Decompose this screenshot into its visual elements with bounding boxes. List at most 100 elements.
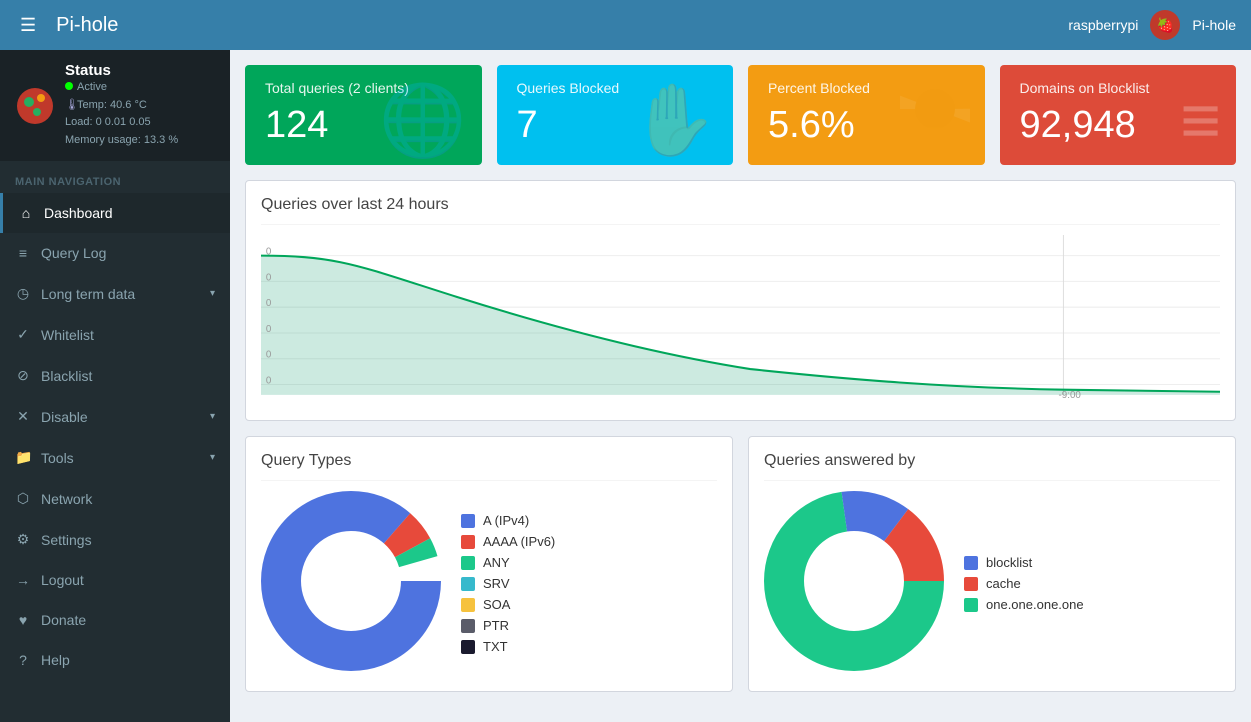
sidebar-item-blacklist[interactable]: ⊘ Blacklist [0, 355, 230, 396]
donate-label: Donate [41, 612, 86, 628]
queries-answered-content: blocklist cache one.one.one.one [764, 491, 1220, 676]
nav-section-label: MAIN NAVIGATION [0, 161, 230, 193]
network-label: Network [41, 491, 92, 507]
help-icon: ? [15, 652, 31, 668]
long-term-label: Long term data [41, 286, 135, 302]
pi-logo: 🍓 [1150, 10, 1180, 40]
legend-item-one-one: one.one.one.one [964, 597, 1084, 612]
legend-dot-txt [461, 640, 475, 654]
sidebar-item-donate[interactable]: ♥ Donate [0, 600, 230, 640]
tools-label: Tools [41, 450, 74, 466]
queries-chart-box: Queries over last 24 hours 0 0 0 0 [245, 180, 1236, 421]
hand-icon: ✋ [631, 85, 718, 155]
legend-item-any: ANY [461, 555, 555, 570]
hamburger-icon: ☰ [20, 15, 36, 35]
brand-logo: Pi-hole [56, 14, 118, 37]
stat-cards: Total queries (2 clients) 124 🌐 Queries … [245, 65, 1236, 165]
legend-dot-srv [461, 577, 475, 591]
svg-text:0: 0 [266, 272, 272, 283]
sidebar-item-settings[interactable]: ⚙ Settings [0, 519, 230, 560]
dashboard-label: Dashboard [44, 205, 113, 221]
svg-text:0: 0 [266, 298, 272, 309]
legend-dot-any [461, 556, 475, 570]
sidebar-item-help[interactable]: ? Help [0, 640, 230, 680]
tools-icon: 📁 [15, 449, 31, 466]
legend-dot-ptr [461, 619, 475, 633]
sidebar-item-network[interactable]: ⬡ Network [0, 478, 230, 519]
disable-label: Disable [41, 409, 88, 425]
sidebar-nav: ⌂ Dashboard ≡ Query Log ◷ Long term data… [0, 193, 230, 680]
queries-answered-chart [764, 491, 944, 676]
sidebar-item-disable[interactable]: ✕ Disable ▾ [0, 396, 230, 437]
legend-item-cache: cache [964, 576, 1084, 591]
legend-item-ptr: PTR [461, 618, 555, 633]
legend-dot-aaaa-ipv6 [461, 535, 475, 549]
disable-icon: ✕ [15, 408, 31, 425]
network-icon: ⬡ [15, 490, 31, 507]
legend-item-srv: SRV [461, 576, 555, 591]
brand-hole: hole [81, 14, 119, 37]
logout-label: Logout [41, 572, 84, 588]
svg-text:0: 0 [266, 350, 272, 361]
active-dot [65, 82, 73, 90]
sidebar-item-dashboard[interactable]: ⌂ Dashboard [0, 193, 230, 233]
legend-dot-blocklist [964, 556, 978, 570]
svg-text:0: 0 [266, 324, 272, 335]
query-types-chart [261, 491, 441, 676]
dashboard-icon: ⌂ [18, 205, 34, 221]
query-log-icon: ≡ [15, 245, 31, 261]
queries-answered-box: Queries answered by [748, 436, 1236, 692]
legend-item-txt: TXT [461, 639, 555, 654]
temp-dot: 🌡 [65, 97, 73, 105]
charts-row: Query Types A ( [245, 436, 1236, 692]
whitelist-label: Whitelist [41, 327, 94, 343]
sidebar-item-whitelist[interactable]: ✓ Whitelist [0, 314, 230, 355]
pihole-logo-icon [15, 86, 55, 126]
hostname-label: raspberrypi [1068, 17, 1138, 33]
settings-label: Settings [41, 532, 92, 548]
legend-item-soa: SOA [461, 597, 555, 612]
chevron-down-icon: ▾ [210, 288, 215, 299]
help-label: Help [41, 652, 70, 668]
sidebar-status: Status Active 🌡Temp: 40.6 °C Load: 0 0.0… [0, 50, 230, 161]
pie-icon [900, 74, 970, 155]
settings-icon: ⚙ [15, 531, 31, 548]
status-info: Status Active 🌡Temp: 40.6 °C Load: 0 0.0… [65, 62, 178, 149]
query-types-legend: A (IPv4) AAAA (IPv6) ANY SRV [461, 513, 555, 654]
brand-pi: Pi- [56, 14, 80, 37]
whitelist-icon: ✓ [15, 326, 31, 343]
navbar-right: raspberrypi 🍓 Pi-hole [1068, 10, 1236, 40]
navbar-left: ☰ Pi-hole [15, 10, 118, 41]
sidebar: Status Active 🌡Temp: 40.6 °C Load: 0 0.0… [0, 50, 230, 722]
hamburger-button[interactable]: ☰ [15, 10, 41, 41]
stat-card-total-queries: Total queries (2 clients) 124 🌐 [245, 65, 482, 165]
legend-item-aaaa-ipv6: AAAA (IPv6) [461, 534, 555, 549]
svg-text:0: 0 [266, 246, 272, 257]
sidebar-item-tools[interactable]: 📁 Tools ▾ [0, 437, 230, 478]
query-types-box: Query Types A ( [245, 436, 733, 692]
status-title: Status [65, 62, 178, 79]
navbar: ☰ Pi-hole raspberrypi 🍓 Pi-hole [0, 0, 1251, 50]
globe-icon: 🌐 [379, 85, 466, 155]
stat-card-percent-blocked: Percent Blocked 5.6% [748, 65, 985, 165]
blacklist-icon: ⊘ [15, 367, 31, 384]
blacklist-label: Blacklist [41, 368, 92, 384]
legend-item-blocklist: blocklist [964, 555, 1084, 570]
query-types-content: A (IPv4) AAAA (IPv6) ANY SRV [261, 491, 717, 676]
sidebar-item-query-log[interactable]: ≡ Query Log [0, 233, 230, 273]
sidebar-item-long-term-data[interactable]: ◷ Long term data ▾ [0, 273, 230, 314]
legend-dot-soa [461, 598, 475, 612]
chevron-down-icon-tools: ▾ [210, 452, 215, 463]
query-types-title: Query Types [261, 452, 717, 481]
queries-answered-title: Queries answered by [764, 452, 1220, 481]
queries-answered-legend: blocklist cache one.one.one.one [964, 555, 1084, 612]
list-icon: ≡ [1180, 85, 1221, 155]
sidebar-item-logout[interactable]: → Logout [0, 560, 230, 600]
content-area: Total queries (2 clients) 124 🌐 Queries … [230, 50, 1251, 722]
legend-dot-one-one [964, 598, 978, 612]
logout-icon: → [15, 572, 31, 588]
legend-dot-a-ipv4 [461, 514, 475, 528]
svg-text:-9:00: -9:00 [1059, 390, 1082, 400]
legend-dot-cache [964, 577, 978, 591]
stat-card-domains-blocklist: Domains on Blocklist 92,948 ≡ [1000, 65, 1237, 165]
